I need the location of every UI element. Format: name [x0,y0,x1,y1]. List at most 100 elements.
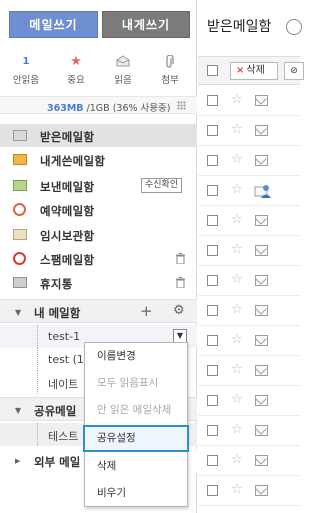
mail-row[interactable]: ☆ [198,416,300,446]
read-receipt-badge[interactable]: 수신확인 [141,178,183,193]
mail-row[interactable]: ☆ [198,266,300,296]
filter-read[interactable]: 읽음 [101,54,145,90]
mail-row[interactable]: ☆ [198,176,300,206]
mail-row[interactable]: ☆ [198,386,300,416]
mailbox-sent[interactable]: 보낸메일함 수신확인 [0,174,197,197]
filter-unread[interactable]: 1 안읽음 [4,54,48,90]
row-checkbox[interactable] [207,215,218,226]
star-icon[interactable]: ☆ [231,302,243,317]
row-checkbox[interactable] [207,155,218,166]
mailbox-label: 휴지통 [40,277,73,291]
mailbox-label: 보낸메일함 [40,180,95,194]
row-checkbox[interactable] [207,245,218,256]
mailbox-label: 스팸메일함 [40,253,95,267]
mail-toolbar: × 삭제 ⊘ [198,56,304,85]
star-icon[interactable]: ☆ [231,362,243,377]
mailbox-drafts[interactable]: 임시보관함 [0,223,197,246]
row-checkbox[interactable] [207,305,218,316]
star-icon[interactable]: ☆ [231,152,243,167]
collapse-triangle-icon[interactable]: ▼ [15,308,21,317]
mail-row[interactable]: ☆ [198,146,300,176]
trash-icon[interactable] [176,277,185,288]
sent-icon [13,180,27,191]
row-checkbox[interactable] [207,335,218,346]
quick-filters: 1 안읽음 ★ 중요 읽음 첨부 [0,54,197,90]
filter-attachment-label: 첨부 [161,75,179,86]
mail-row[interactable]: ☆ [198,116,300,146]
filter-attachment[interactable]: 첨부 [148,54,192,90]
trash-icon[interactable] [176,253,185,264]
write-to-me-button[interactable]: 내게쓰기 [102,11,190,38]
menu-empty[interactable]: 비우기 [85,480,187,507]
star-icon[interactable]: ☆ [231,92,243,107]
star-icon[interactable]: ☆ [231,332,243,347]
mail-row[interactable]: ☆ [198,296,300,326]
star-icon[interactable]: ☆ [231,482,243,497]
mailbox-label: 임시보관함 [40,229,95,243]
star-icon: ★ [70,53,82,69]
mailbox-label: 내게쓴메일함 [40,154,106,168]
delete-button[interactable]: × 삭제 [230,62,278,80]
mail-row[interactable]: ☆ [198,476,300,506]
envelope-icon [255,485,268,496]
open-envelope-icon [101,54,145,68]
star-icon[interactable]: ☆ [231,452,243,467]
star-icon[interactable]: ☆ [231,182,243,197]
row-checkbox[interactable] [207,425,218,436]
expand-triangle-icon[interactable]: ▶ [15,457,20,465]
star-icon[interactable]: ☆ [231,242,243,257]
mailbox-trash[interactable]: 휴지통 [0,271,197,294]
envelope-icon [255,335,268,346]
storage-usage: 363MB /1GB (36% 사용중) [0,96,197,114]
mailbox-inbox[interactable]: 받은메일함 [0,124,197,147]
row-checkbox[interactable] [207,125,218,136]
star-icon[interactable]: ☆ [231,272,243,287]
block-icon[interactable]: ⊘ [284,62,304,80]
select-all-checkbox[interactable] [207,65,218,76]
collapse-triangle-icon[interactable]: ▼ [15,406,21,415]
mail-row[interactable]: ☆ [198,206,300,236]
mail-row[interactable]: ☆ [198,326,300,356]
envelope-icon [255,155,268,166]
my-mailbox-section[interactable]: ▼ 내 메일함 + ⚙ [0,299,197,323]
envelope-icon [255,365,268,376]
row-checkbox[interactable] [207,485,218,496]
menu-mark-all-read[interactable]: 모두 읽음표시 [85,370,187,397]
mail-list-pane: 받은메일함 × 삭제 ⊘ ☆ ☆ ☆ ☆ ☆ ☆ ☆ ☆ ☆ ☆ ☆ ☆ ☆ ☆ [198,0,304,513]
mail-row[interactable]: ☆ [198,236,300,266]
mailbox-reserved[interactable]: 예약메일함 [0,198,197,221]
write-mail-button[interactable]: 메일쓰기 [9,11,98,38]
row-checkbox[interactable] [207,185,218,196]
row-checkbox[interactable] [207,275,218,286]
row-checkbox[interactable] [207,395,218,406]
menu-delete-unread[interactable]: 안 읽은 메일삭제 [85,397,187,424]
row-checkbox[interactable] [207,455,218,466]
menu-rename[interactable]: 이름변경 [85,343,187,370]
star-icon[interactable]: ☆ [231,212,243,227]
section-label: 공유메일 [34,404,77,418]
shared-mail-icon [254,185,271,198]
menu-delete[interactable]: 삭제 [85,453,187,480]
row-checkbox[interactable] [207,365,218,376]
star-icon[interactable]: ☆ [231,392,243,407]
star-icon[interactable]: ☆ [231,422,243,437]
mailbox-self[interactable]: 내게쓴메일함 [0,148,197,171]
settings-icon[interactable] [286,19,302,35]
gear-icon[interactable]: ⚙ [173,303,185,318]
mail-row[interactable]: ☆ [198,446,300,476]
mail-row[interactable]: ☆ [198,356,300,386]
filter-read-label: 읽음 [114,75,132,86]
filter-important[interactable]: ★ 중요 [54,54,98,90]
star-icon[interactable]: ☆ [231,122,243,137]
mailbox-spam[interactable]: 스팸메일함 [0,247,197,270]
grid-icon[interactable] [177,101,186,110]
mailbox-label: 예약메일함 [40,204,95,218]
add-mailbox-button[interactable]: + [140,302,153,320]
row-checkbox[interactable] [207,95,218,106]
reserved-clock-icon [13,203,26,216]
chevron-down-icon[interactable]: ▼ [173,329,187,343]
filter-unread-label: 안읽음 [12,75,40,86]
menu-share-settings[interactable]: 공유설정 [83,425,189,452]
inbox-icon [13,130,27,141]
mail-row[interactable]: ☆ [198,86,300,116]
